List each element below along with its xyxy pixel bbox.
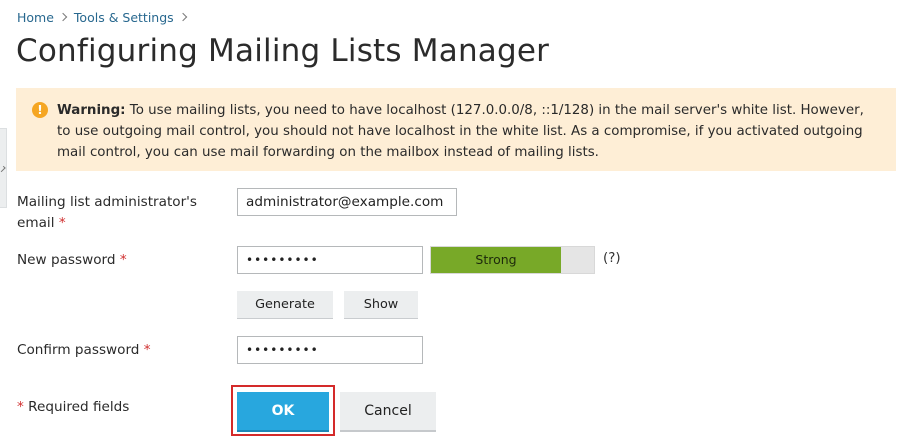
- breadcrumb-tools-settings[interactable]: Tools & Settings: [74, 10, 174, 25]
- password-help-link[interactable]: (?): [603, 251, 621, 266]
- warning-prefix: Warning:: [57, 103, 126, 118]
- chevron-right-icon: [178, 12, 187, 22]
- confirm-password-label: Confirm password *: [17, 340, 151, 361]
- new-password-input[interactable]: [237, 246, 423, 274]
- required-mark: *: [58, 215, 66, 231]
- page-title: Configuring Mailing Lists Manager: [16, 33, 550, 69]
- ok-button[interactable]: OK: [237, 392, 329, 432]
- chevron-right-icon: [58, 12, 68, 22]
- side-panel-handle[interactable]: [0, 128, 7, 208]
- required-mark: *: [119, 252, 127, 268]
- exclamation-icon: !: [32, 102, 48, 118]
- breadcrumb-home[interactable]: Home: [17, 10, 54, 25]
- cancel-button[interactable]: Cancel: [340, 392, 436, 432]
- required-fields-text: Required fields: [28, 399, 130, 415]
- breadcrumb: Home Tools & Settings: [17, 9, 194, 25]
- admin-email-label: Mailing list administrator's email *: [17, 192, 227, 234]
- required-fields-note: * Required fields: [17, 397, 129, 418]
- admin-email-label-text: Mailing list administrator's email: [17, 194, 197, 231]
- warning-text: To use mailing lists, you need to have l…: [57, 103, 864, 160]
- new-password-label-text: New password: [17, 252, 116, 268]
- show-button[interactable]: Show: [344, 291, 418, 319]
- password-strength-fill: Strong: [431, 247, 561, 273]
- confirm-password-label-text: Confirm password: [17, 342, 140, 358]
- required-mark: *: [143, 342, 151, 358]
- generate-button[interactable]: Generate: [237, 291, 333, 319]
- password-strength-meter: Strong: [430, 246, 595, 274]
- warning-banner: ! Warning: To use mailing lists, you nee…: [16, 88, 896, 171]
- confirm-password-input[interactable]: [237, 336, 423, 364]
- page: Home Tools & Settings Configuring Mailin…: [0, 0, 905, 437]
- new-password-label: New password *: [17, 250, 127, 271]
- admin-email-input[interactable]: [237, 188, 457, 216]
- required-mark: *: [17, 399, 24, 415]
- chevron-left-icon: [0, 165, 6, 173]
